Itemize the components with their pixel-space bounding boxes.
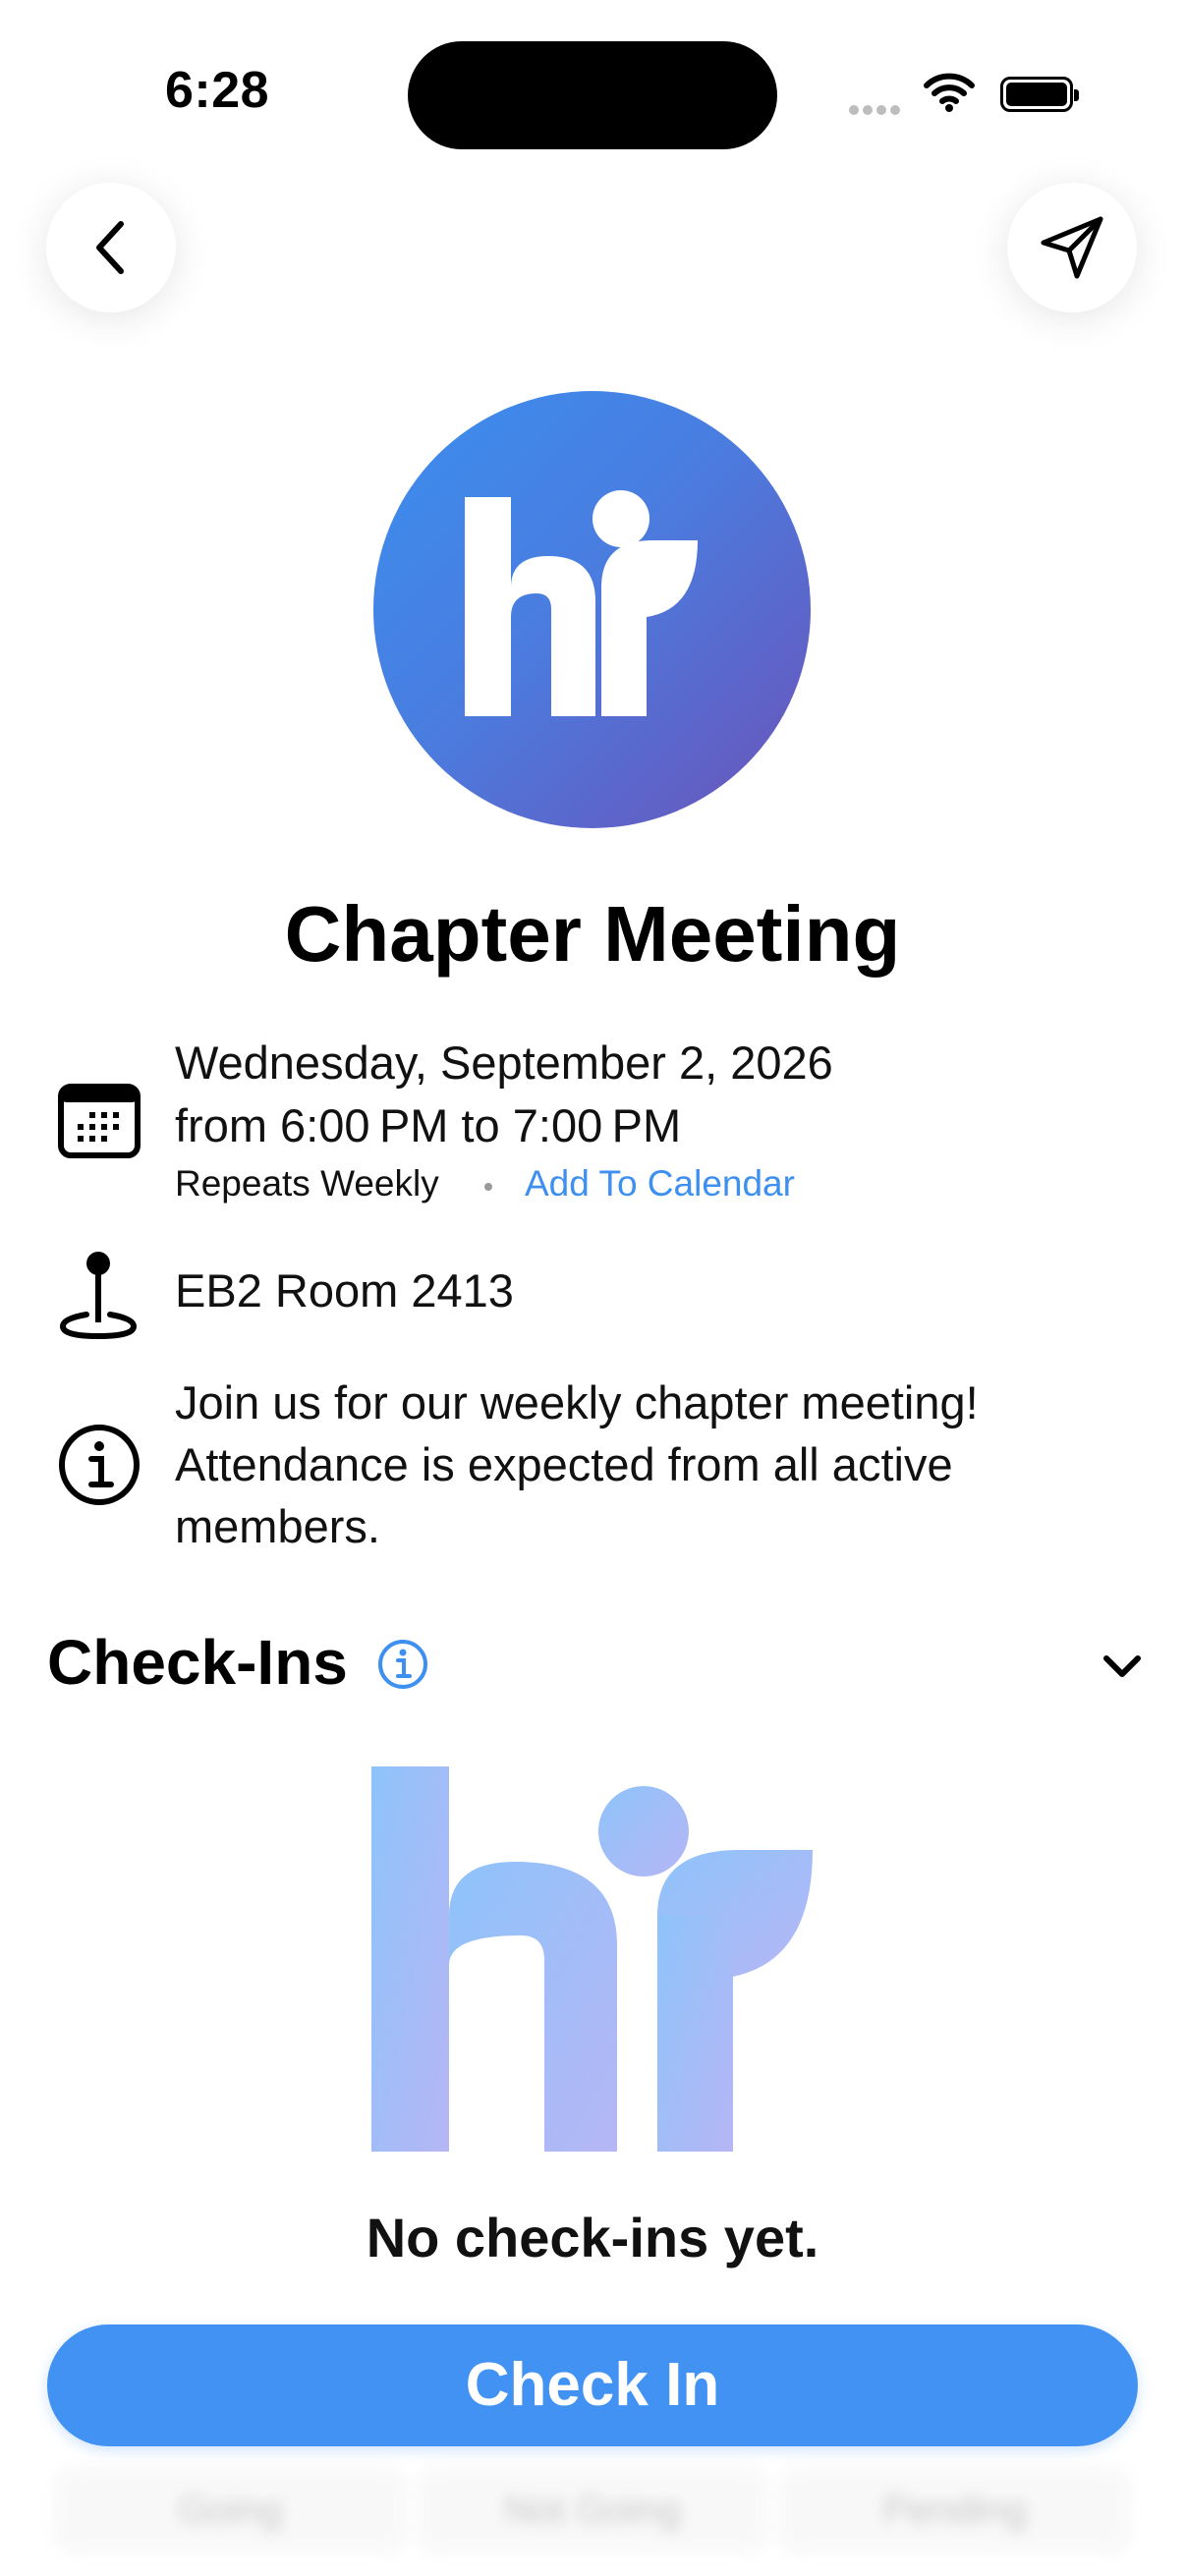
empty-state-logo	[371, 1766, 813, 2152]
back-button[interactable]	[46, 183, 176, 312]
event-location: EB2 Room 2413	[175, 1264, 514, 1316]
info-circle-icon	[59, 1425, 140, 1505]
chevron-down-icon[interactable]	[1100, 1651, 1144, 1680]
event-logo	[373, 391, 811, 828]
battery-icon	[1000, 77, 1079, 112]
event-description-line-1: Join us for our weekly chapter meeting!	[175, 1376, 979, 1428]
event-description-line-2: Attendance is expected from all active	[175, 1438, 953, 1490]
dynamic-island	[408, 41, 777, 149]
info-icon[interactable]	[376, 1638, 429, 1691]
separator-dot	[484, 1183, 492, 1191]
tab-pending[interactable]: Pending	[777, 2466, 1133, 2554]
tab-going[interactable]: Going	[53, 2466, 408, 2554]
paper-plane-icon	[1041, 216, 1103, 279]
cellular-signal-icon	[849, 102, 904, 120]
add-to-calendar-link[interactable]: Add To Calendar	[525, 1163, 795, 1204]
map-pin-icon	[59, 1252, 138, 1340]
calendar-icon	[58, 1084, 141, 1158]
status-bar: 6:28	[0, 0, 1185, 149]
wifi-icon	[924, 73, 975, 112]
event-description-line-3: members.	[175, 1500, 380, 1552]
rsvp-tabs: Going Not Going Pending	[49, 2466, 1136, 2554]
event-time: from 6:00 PM to 7:00 PM	[175, 1099, 682, 1151]
event-date: Wednesday, September 2, 2026	[175, 1036, 833, 1089]
status-time: 6:28	[165, 62, 270, 119]
tab-not-going[interactable]: Not Going	[415, 2466, 770, 2554]
empty-state-text: No check-ins yet.	[366, 2207, 819, 2268]
event-title: Chapter Meeting	[284, 890, 901, 978]
check-in-button[interactable]: Check In	[47, 2324, 1138, 2446]
share-button[interactable]	[1007, 183, 1137, 312]
chevron-left-icon	[96, 221, 124, 274]
checkins-title: Check-Ins	[47, 1627, 348, 1698]
repeat-label: Repeats Weekly	[175, 1163, 439, 1204]
